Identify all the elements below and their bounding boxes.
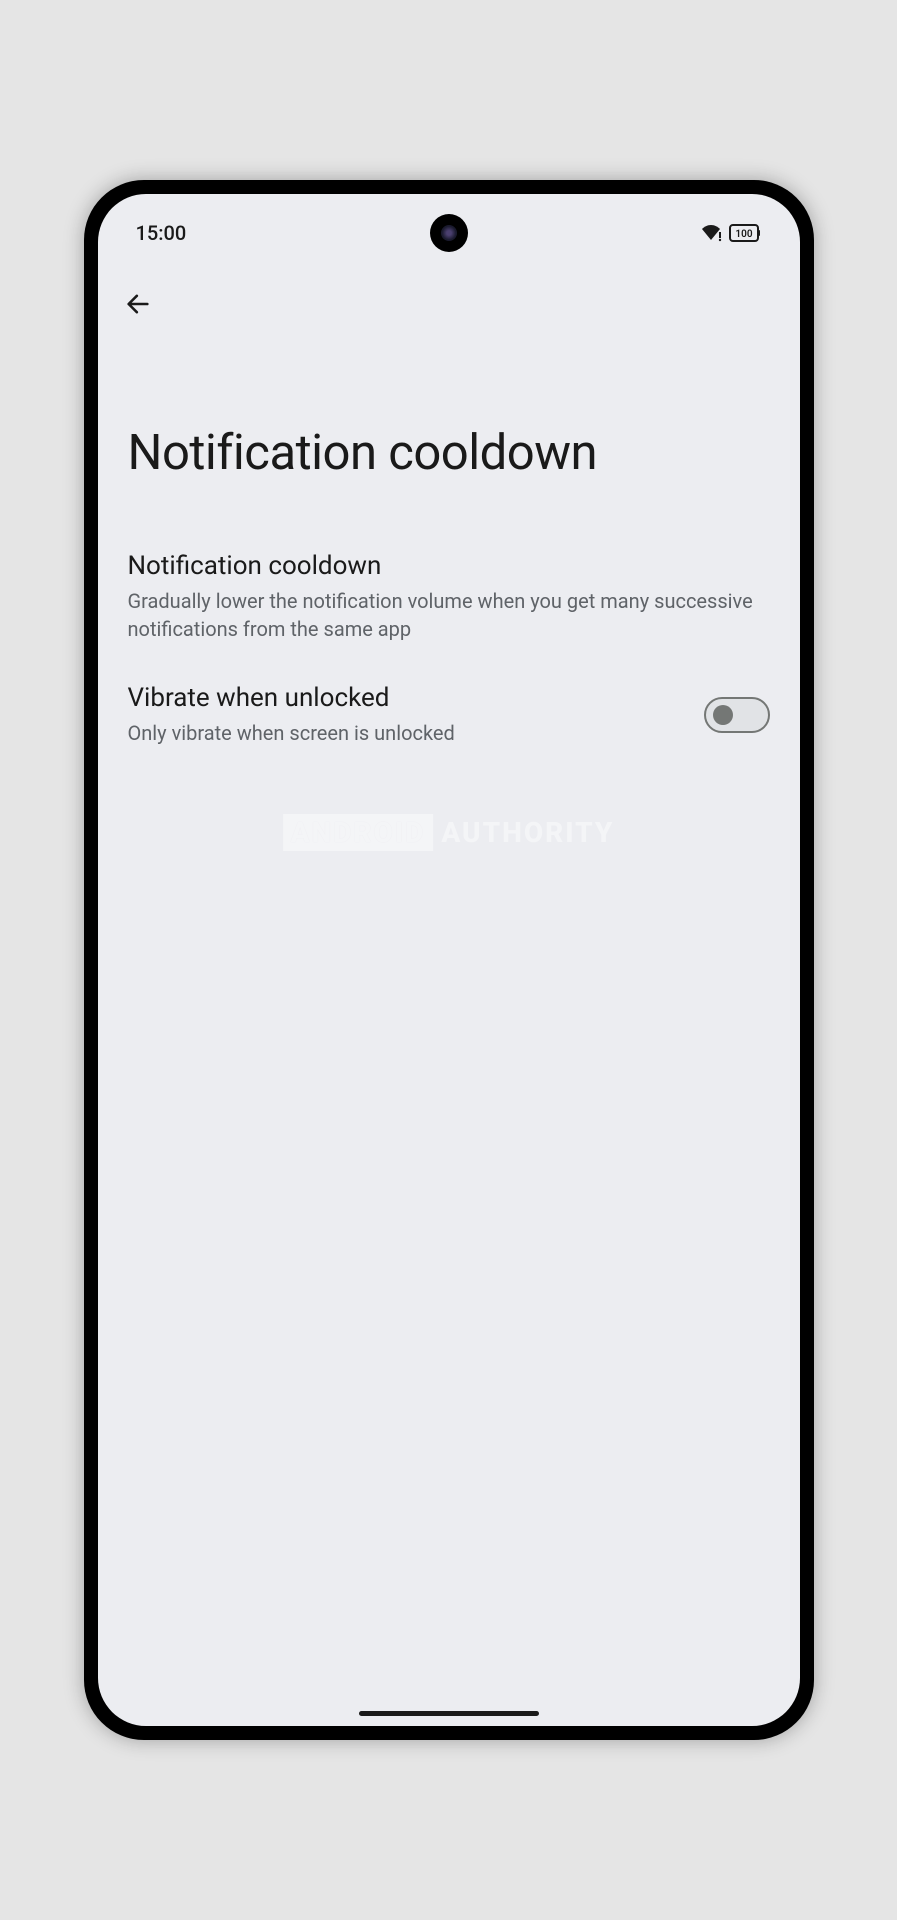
phone-screen: 15:00 100 [98, 194, 800, 1726]
settings-item-subtitle: Gradually lower the notification volume … [128, 587, 770, 643]
watermark-authority: AUTHORITY [441, 816, 614, 849]
page-title-container: Notification cooldown [98, 334, 800, 531]
settings-item-vibrate[interactable]: Vibrate when unlocked Only vibrate when … [128, 663, 770, 767]
camera-notch [430, 214, 468, 252]
settings-item-title: Notification cooldown [128, 551, 770, 581]
phone-frame: 15:00 100 [84, 180, 814, 1740]
arrow-back-icon [124, 290, 152, 318]
settings-item-title: Vibrate when unlocked [128, 683, 684, 713]
settings-item-cooldown[interactable]: Notification cooldown Gradually lower th… [128, 531, 770, 663]
watermark-android: ANDROID [283, 814, 434, 851]
svg-text:100: 100 [735, 229, 752, 240]
back-button[interactable] [118, 284, 158, 324]
page-title: Notification cooldown [128, 424, 770, 481]
battery-icon: 100 [728, 224, 762, 242]
vibrate-toggle[interactable] [704, 697, 770, 733]
settings-list: Notification cooldown Gradually lower th… [98, 531, 800, 767]
toggle-knob [713, 705, 733, 725]
status-icons: 100 [700, 224, 762, 242]
app-bar [98, 254, 800, 334]
settings-item-subtitle: Only vibrate when screen is unlocked [128, 719, 684, 747]
wifi-icon [700, 224, 722, 242]
watermark: ANDROID AUTHORITY [283, 814, 615, 851]
status-time: 15:00 [136, 221, 187, 245]
navigation-bar-handle[interactable] [359, 1711, 539, 1716]
camera-lens [441, 225, 457, 241]
